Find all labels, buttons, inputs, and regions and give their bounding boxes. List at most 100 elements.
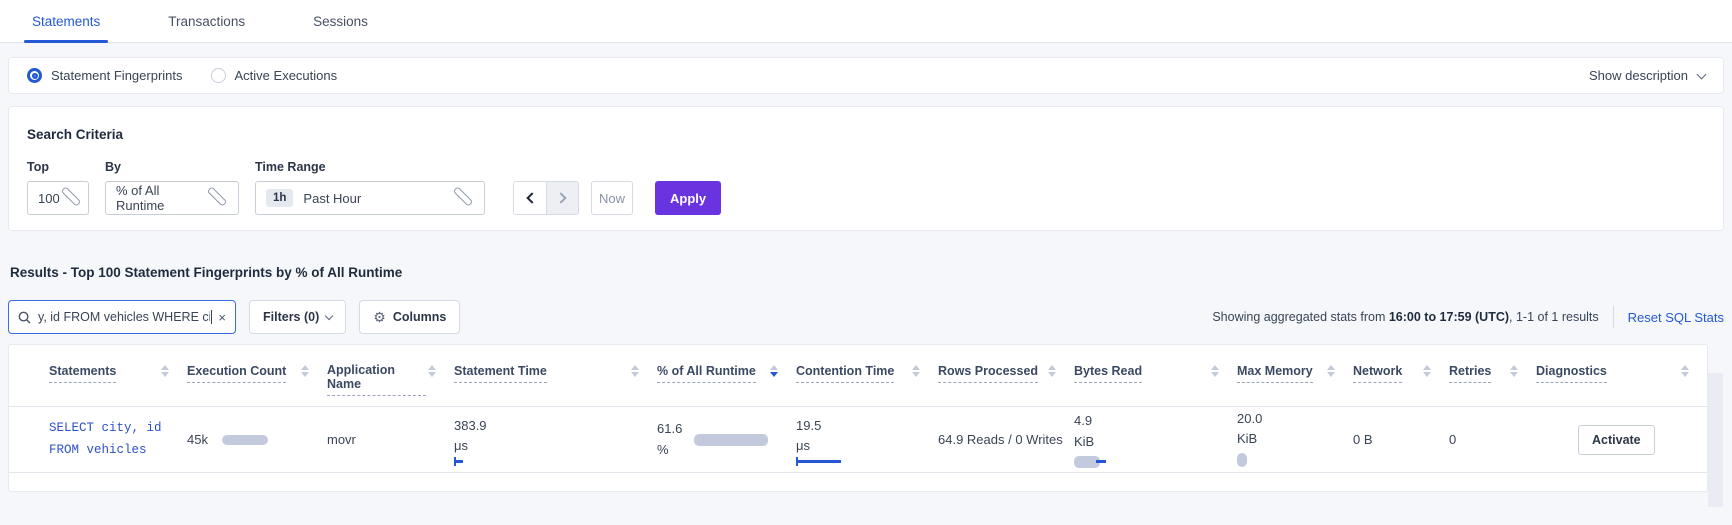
max-memory-bar <box>1237 453 1247 468</box>
by-select[interactable]: % of All Runtime <box>105 181 239 215</box>
sort-icon-active-desc[interactable] <box>770 365 778 377</box>
column-header-retries: Retries <box>1449 363 1536 396</box>
top-label: Top <box>27 160 49 174</box>
column-header-max-memory: Max Memory <box>1237 363 1353 396</box>
columns-button[interactable]: ⚙ Columns <box>359 300 461 334</box>
reset-sql-stats-link[interactable]: Reset SQL Stats <box>1628 310 1724 325</box>
sort-icon[interactable] <box>1423 365 1431 377</box>
sort-icon[interactable] <box>161 365 169 377</box>
time-range-select[interactable]: 1h Past Hour <box>255 181 485 215</box>
column-header-bytes-read: Bytes Read <box>1074 363 1237 396</box>
radio-active-executions[interactable]: Active Executions <box>210 68 338 83</box>
by-label: By <box>105 160 121 174</box>
statement-link[interactable]: SELECT city, id FROM vehicles <box>49 418 174 461</box>
gear-icon: ⚙ <box>373 308 386 325</box>
tab-statements[interactable]: Statements <box>24 2 109 43</box>
search-criteria-title: Search Criteria <box>27 127 124 142</box>
show-description-toggle[interactable]: Show description <box>1589 68 1707 83</box>
time-range-badge: 1h <box>266 189 294 207</box>
radio-statement-fingerprints[interactable]: Statement Fingerprints <box>27 68 183 83</box>
apply-button[interactable]: Apply <box>655 181 722 215</box>
table-scrollbar-track[interactable] <box>1708 373 1723 507</box>
rows-processed-cell: 64.9 Reads / 0 Writes <box>938 432 1063 447</box>
contention-time-bar <box>796 457 841 466</box>
sort-icon[interactable] <box>1681 365 1689 377</box>
chevron-right-icon <box>554 192 567 204</box>
column-header-diagnostics: Diagnostics <box>1536 363 1707 396</box>
column-header-application-name: Application Name <box>327 363 454 396</box>
chevron-down-icon <box>1696 69 1707 79</box>
time-range-value: Past Hour <box>303 190 362 206</box>
bytes-read-cell: 4.9 KiB <box>1074 411 1237 468</box>
tab-transactions[interactable]: Transactions <box>160 2 253 42</box>
retries-cell: 0 <box>1449 432 1457 447</box>
sort-icon[interactable] <box>1211 365 1219 377</box>
execution-count-bar <box>221 434 268 445</box>
contention-time-cell: 19.5 μs <box>796 416 938 466</box>
column-header-statements: Statements <box>49 363 187 396</box>
results-toolbar: y, id FROM vehicles WHERE city = $1 × Fi… <box>8 300 1724 334</box>
statements-table: Statements Execution Count Application N… <box>8 344 1723 507</box>
view-toggle-bar: Statement Fingerprints Active Executions… <box>8 57 1724 94</box>
next-time-button[interactable] <box>546 182 578 214</box>
activate-diagnostics-button[interactable]: Activate <box>1578 424 1655 455</box>
radio-selected-icon <box>27 68 42 83</box>
time-step-buttons <box>513 181 579 215</box>
search-icon <box>18 311 31 324</box>
column-header-rows-processed: Rows Processed <box>938 363 1074 396</box>
show-description-label: Show description <box>1589 68 1688 83</box>
results-heading: Results - Top 100 Statement Fingerprints… <box>10 265 403 280</box>
statement-time-bar <box>454 457 463 466</box>
runtime-bar <box>694 433 769 446</box>
sort-icon[interactable] <box>631 365 639 377</box>
radio-label: Statement Fingerprints <box>51 68 183 83</box>
column-header-statement-time: Statement Time <box>454 363 657 396</box>
chevron-down-icon <box>60 185 81 207</box>
sort-icon[interactable] <box>1048 365 1056 377</box>
execution-count-cell: 45k <box>187 432 327 447</box>
divider <box>1612 306 1614 328</box>
sort-icon[interactable] <box>301 365 309 377</box>
tab-sessions[interactable]: Sessions <box>305 2 376 42</box>
radio-label: Active Executions <box>234 68 338 83</box>
search-input-value[interactable]: y, id FROM vehicles WHERE city = $1 <box>38 310 210 324</box>
stats-time-range: 16:00 to 17:59 (UTC) <box>1388 310 1510 324</box>
top-select[interactable]: 100 <box>27 181 89 215</box>
runtime-cell: 61.6 % <box>657 419 796 459</box>
sort-icon[interactable] <box>912 365 920 377</box>
column-header-runtime: % of All Runtime <box>657 363 796 396</box>
sql-activity-tabbar: Statements Transactions Sessions <box>0 0 1732 43</box>
previous-time-button[interactable] <box>514 182 546 214</box>
top-select-value: 100 <box>38 190 60 206</box>
column-header-execution-count: Execution Count <box>187 363 327 396</box>
network-cell: 0 B <box>1353 432 1373 447</box>
sort-icon[interactable] <box>428 365 436 377</box>
bytes-read-bar <box>1074 455 1237 468</box>
application-name-cell: movr <box>327 432 356 447</box>
chevron-left-icon <box>526 192 538 204</box>
diagnostics-cell: Activate <box>1536 424 1707 455</box>
statement-time-cell: 383.9 μs <box>454 416 657 466</box>
clear-search-icon[interactable]: × <box>218 310 226 325</box>
chevron-down-icon <box>206 185 228 207</box>
now-button[interactable]: Now <box>591 181 633 215</box>
time-range-label: Time Range <box>255 160 326 174</box>
search-criteria-card: Search Criteria Top 100 By % of All Runt… <box>8 106 1724 231</box>
filters-label: Filters (0) <box>263 310 320 324</box>
table-header-row: Statements Execution Count Application N… <box>9 345 1707 407</box>
filters-button[interactable]: Filters (0) <box>249 300 347 334</box>
text-cursor <box>211 310 213 324</box>
by-field: By % of All Runtime <box>105 160 239 215</box>
table-row: SELECT city, id FROM vehicles 45k movr 3… <box>9 407 1707 473</box>
sort-icon[interactable] <box>1327 365 1335 377</box>
top-field: Top 100 <box>27 160 89 215</box>
statement-search-input[interactable]: y, id FROM vehicles WHERE city = $1 × <box>8 300 236 334</box>
chevron-down-icon <box>452 185 474 207</box>
radio-unselected-icon <box>210 68 226 83</box>
column-header-network: Network <box>1353 363 1449 396</box>
aggregated-stats-text: Showing aggregated stats from 16:00 to 1… <box>1212 310 1599 324</box>
sort-icon[interactable] <box>1510 365 1518 377</box>
by-select-value: % of All Runtime <box>116 183 165 213</box>
column-header-contention-time: Contention Time <box>796 363 938 396</box>
time-range-field: Time Range 1h Past Hour <box>255 160 485 215</box>
